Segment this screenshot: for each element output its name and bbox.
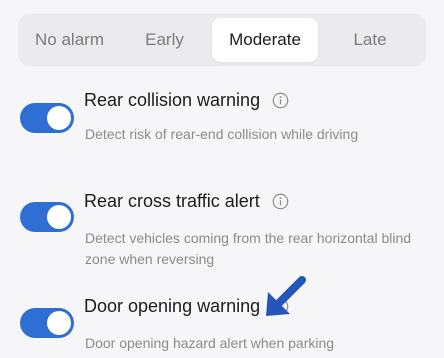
rear-cross-traffic-alert-toggle[interactable] [20, 202, 74, 232]
setting-title-line: Rear cross traffic alert [84, 191, 289, 212]
toggle-knob [47, 205, 71, 229]
toggle-knob [47, 106, 71, 130]
setting-description: Detect risk of rear-end collision while … [85, 126, 359, 142]
info-icon[interactable] [272, 92, 289, 109]
setting-title: Door opening warning [84, 296, 261, 316]
info-icon[interactable] [272, 193, 289, 210]
setting-title: Rear collision warning [84, 90, 261, 110]
rear-collision-warning-toggle[interactable] [20, 103, 74, 133]
toggle-knob [47, 311, 71, 335]
setting-description: Door opening hazard alert when parking [85, 335, 335, 351]
segment-no-alarm[interactable]: No alarm [22, 18, 117, 62]
segment-early[interactable]: Early [117, 18, 212, 62]
segment-late[interactable]: Late [318, 18, 422, 62]
setting-title-line: Door opening warning [84, 296, 289, 317]
segment-moderate[interactable]: Moderate [212, 18, 318, 62]
alarm-timing-segmented-control: No alarm Early Moderate Late [18, 14, 426, 66]
door-opening-warning-toggle[interactable] [20, 308, 74, 338]
setting-description: Detect vehicles coming from the rear hor… [85, 230, 412, 267]
alarm-settings-screen: No alarm Early Moderate Late Rear collis… [0, 0, 444, 358]
setting-title: Rear cross traffic alert [84, 191, 260, 211]
setting-title-line: Rear collision warning [84, 90, 289, 111]
arrow-pointer-icon [266, 276, 306, 316]
